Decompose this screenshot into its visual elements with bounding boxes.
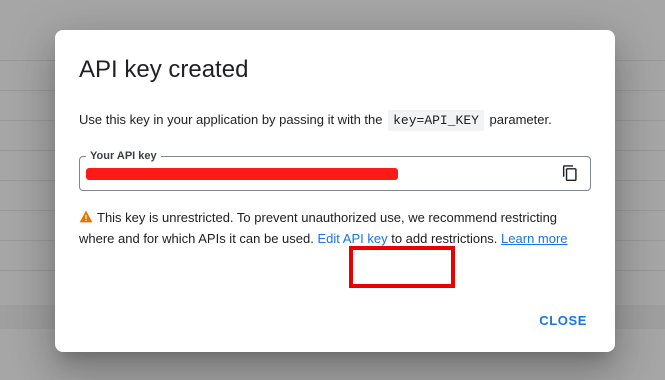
- api-key-field-label: Your API key: [86, 149, 161, 163]
- warning-triangle-icon: [79, 210, 93, 223]
- copy-icon: [562, 165, 577, 182]
- api-key-dialog: API key created Use this key in your app…: [55, 30, 615, 352]
- close-button[interactable]: CLOSE: [539, 309, 587, 332]
- description-text: Use this key in your application by pass…: [79, 112, 387, 127]
- dialog-description: Use this key in your application by pass…: [79, 108, 552, 133]
- api-key-value-redacted[interactable]: [86, 168, 398, 180]
- key-parameter-code: key=API_KEY: [388, 110, 484, 131]
- api-key-field[interactable]: Your API key: [79, 149, 591, 191]
- warning-text-end: to add restrictions.: [391, 231, 498, 246]
- copy-button[interactable]: [558, 161, 582, 185]
- description-text-end: parameter.: [485, 112, 552, 127]
- dialog-title: API key created: [79, 56, 249, 83]
- edit-api-key-link[interactable]: Edit API key: [317, 231, 387, 246]
- unrestricted-key-warning: This key is unrestricted. To prevent una…: [79, 207, 589, 249]
- highlight-annotation-box: [349, 246, 455, 288]
- learn-more-link[interactable]: Learn more: [501, 231, 567, 246]
